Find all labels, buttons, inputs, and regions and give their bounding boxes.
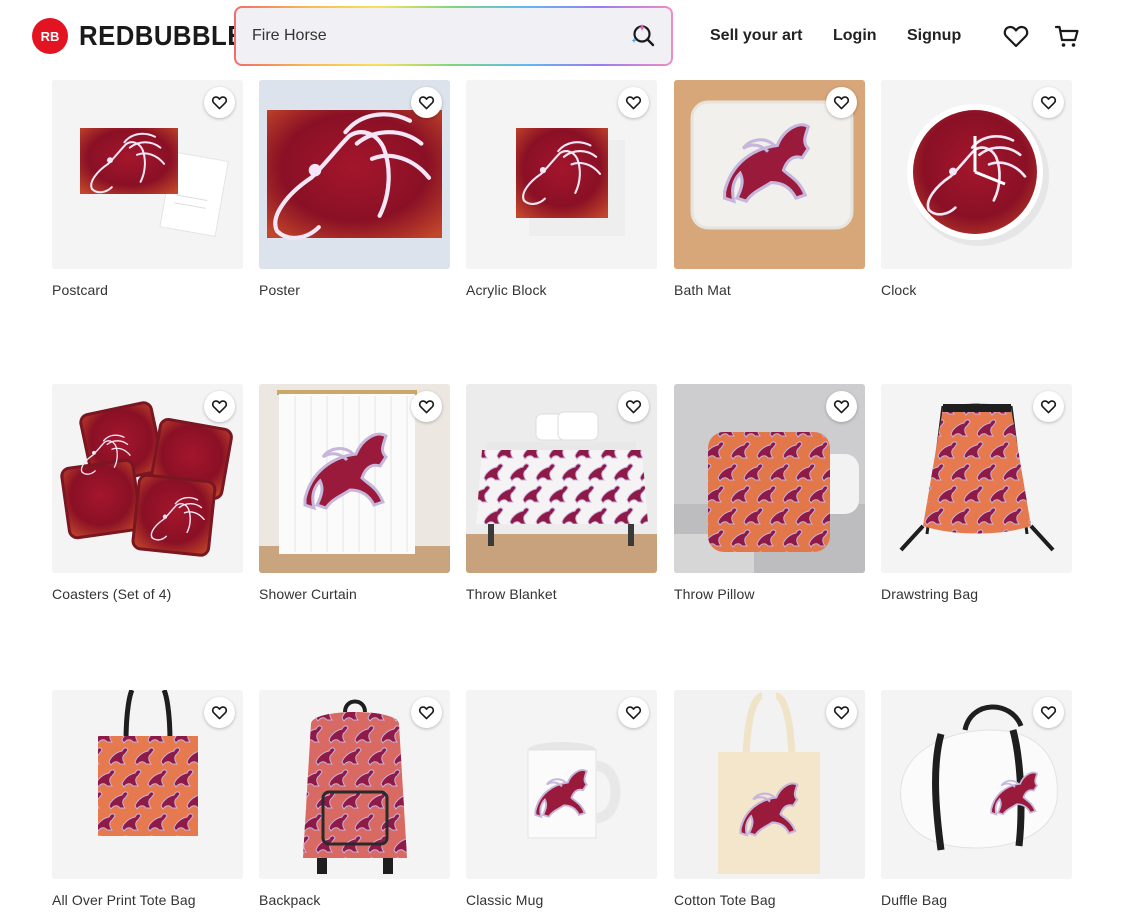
- favorite-button[interactable]: [618, 697, 649, 728]
- product-image[interactable]: [881, 690, 1072, 879]
- product-image[interactable]: [674, 384, 865, 573]
- favorite-button[interactable]: [411, 391, 442, 422]
- product-image[interactable]: [52, 80, 243, 269]
- product-label[interactable]: Drawstring Bag: [881, 586, 1072, 602]
- product-card[interactable]: All Over Print Tote Bag: [52, 690, 243, 908]
- sell-your-art-link[interactable]: Sell your art: [710, 0, 802, 72]
- product-label[interactable]: Classic Mug: [466, 892, 657, 908]
- heart-icon[interactable]: [1002, 22, 1030, 50]
- product-label[interactable]: Throw Blanket: [466, 586, 657, 602]
- product-label[interactable]: Bath Mat: [674, 282, 865, 298]
- product-label[interactable]: Postcard: [52, 282, 243, 298]
- product-image[interactable]: [881, 80, 1072, 269]
- search-input[interactable]: [252, 27, 629, 45]
- site-header: RB REDBUBBLE Sell your art Login Signup: [0, 0, 1121, 72]
- favorite-button[interactable]: [1033, 87, 1064, 118]
- product-label[interactable]: Coasters (Set of 4): [52, 586, 243, 602]
- product-card[interactable]: Acrylic Block: [466, 80, 657, 298]
- favorite-button[interactable]: [826, 697, 857, 728]
- redbubble-logo[interactable]: RB REDBUBBLE: [32, 18, 259, 54]
- product-label[interactable]: All Over Print Tote Bag: [52, 892, 243, 908]
- product-image[interactable]: [881, 384, 1072, 573]
- cart-icon[interactable]: [1053, 22, 1081, 50]
- favorite-button[interactable]: [204, 697, 235, 728]
- product-label[interactable]: Poster: [259, 282, 450, 298]
- product-card[interactable]: Poster: [259, 80, 450, 298]
- heart-icon: [418, 96, 435, 110]
- product-label[interactable]: Acrylic Block: [466, 282, 657, 298]
- favorite-button[interactable]: [618, 391, 649, 422]
- product-card[interactable]: Duffle Bag: [881, 690, 1072, 908]
- product-card[interactable]: Backpack: [259, 690, 450, 908]
- product-card[interactable]: Throw Blanket: [466, 384, 657, 602]
- product-image[interactable]: [52, 690, 243, 879]
- favorite-button[interactable]: [826, 391, 857, 422]
- signup-link[interactable]: Signup: [907, 0, 961, 72]
- product-card[interactable]: Coasters (Set of 4): [52, 384, 243, 602]
- product-card[interactable]: Bath Mat: [674, 80, 865, 298]
- login-link[interactable]: Login: [833, 0, 877, 72]
- heart-icon: [625, 96, 642, 110]
- product-image[interactable]: [674, 690, 865, 879]
- product-image[interactable]: [466, 80, 657, 269]
- product-card[interactable]: Classic Mug: [466, 690, 657, 908]
- product-image[interactable]: [259, 384, 450, 573]
- favorite-button[interactable]: [826, 87, 857, 118]
- product-label[interactable]: Backpack: [259, 892, 450, 908]
- favorite-button[interactable]: [411, 87, 442, 118]
- heart-icon: [211, 96, 228, 110]
- favorite-button[interactable]: [1033, 697, 1064, 728]
- search-inner: [236, 8, 671, 64]
- heart-icon: [833, 706, 850, 720]
- product-image[interactable]: [52, 384, 243, 573]
- product-image[interactable]: [466, 384, 657, 573]
- heart-icon: [625, 706, 642, 720]
- product-card[interactable]: Clock: [881, 80, 1072, 298]
- product-card[interactable]: Cotton Tote Bag: [674, 690, 865, 908]
- favorite-button[interactable]: [411, 697, 442, 728]
- product-card[interactable]: Throw Pillow: [674, 384, 865, 602]
- heart-icon: [625, 400, 642, 414]
- product-label[interactable]: Duffle Bag: [881, 892, 1072, 908]
- favorite-button[interactable]: [204, 391, 235, 422]
- logo-wordmark: REDBUBBLE: [79, 20, 245, 51]
- product-image[interactable]: [674, 80, 865, 269]
- favorite-button[interactable]: [204, 87, 235, 118]
- search-bar: [234, 6, 673, 66]
- favorite-button[interactable]: [1033, 391, 1064, 422]
- product-label[interactable]: Shower Curtain: [259, 586, 450, 602]
- product-label[interactable]: Cotton Tote Bag: [674, 892, 865, 908]
- heart-icon: [211, 706, 228, 720]
- heart-icon: [418, 400, 435, 414]
- logo-mark: RB: [32, 18, 68, 54]
- heart-icon: [833, 400, 850, 414]
- heart-icon: [1040, 706, 1057, 720]
- product-label[interactable]: Throw Pillow: [674, 586, 865, 602]
- product-card[interactable]: Shower Curtain: [259, 384, 450, 602]
- heart-icon: [418, 706, 435, 720]
- product-card[interactable]: Drawstring Bag: [881, 384, 1072, 602]
- product-image[interactable]: [259, 690, 450, 879]
- heart-icon: [1040, 96, 1057, 110]
- product-image[interactable]: [466, 690, 657, 879]
- favorite-button[interactable]: [618, 87, 649, 118]
- heart-icon: [1040, 400, 1057, 414]
- search-sparkle-icon[interactable]: [629, 22, 657, 50]
- heart-icon: [833, 96, 850, 110]
- product-label[interactable]: Clock: [881, 282, 1072, 298]
- product-image[interactable]: [259, 80, 450, 269]
- product-card[interactable]: Postcard: [52, 80, 243, 298]
- heart-icon: [211, 400, 228, 414]
